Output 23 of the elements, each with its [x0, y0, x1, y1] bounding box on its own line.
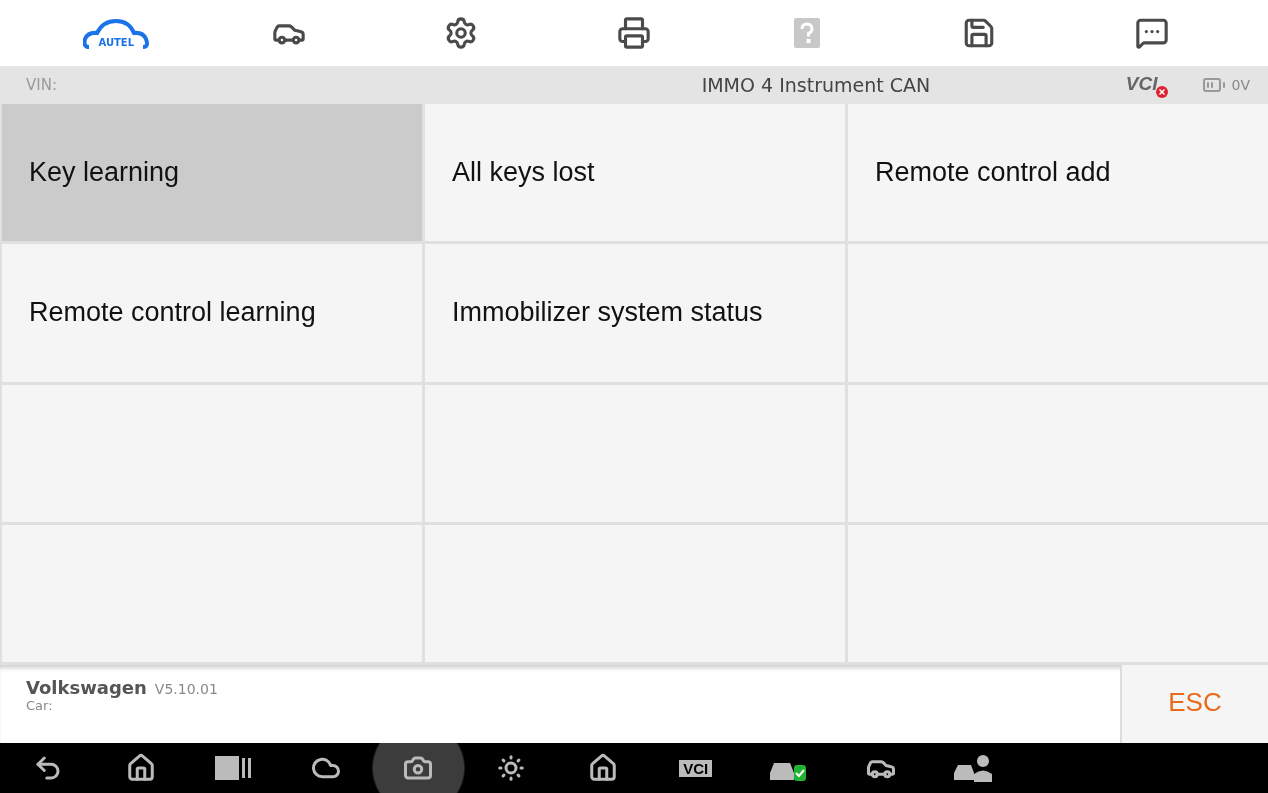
print-icon	[616, 16, 651, 50]
vci-label: VCI	[1125, 73, 1158, 94]
version-label: V5.10.01	[154, 681, 218, 697]
help-icon	[791, 16, 822, 50]
car-label: Car:	[26, 698, 54, 713]
message-icon	[1134, 16, 1169, 50]
taskbar-button[interactable]	[372, 743, 465, 793]
menu-item[interactable]: Key learning	[2, 104, 422, 242]
vin-label: VIN:	[26, 76, 58, 94]
logo[interactable]: AUTEL	[83, 18, 150, 48]
home-icon	[125, 753, 156, 783]
recent-apps-icon	[215, 756, 252, 780]
menu-item[interactable]: Immobilizer system status	[425, 244, 845, 382]
voltage-reading: 0V	[1231, 77, 1250, 93]
vehicle-make: Volkswagen	[26, 677, 147, 698]
brightness-icon	[495, 753, 526, 783]
menu-item[interactable]: All keys lost	[425, 104, 845, 242]
house-icon	[588, 753, 619, 783]
menu-item[interactable]: Remote control learning	[2, 244, 422, 382]
vci-icon: VCI	[679, 759, 713, 777]
menu-item[interactable]: Remote control add	[848, 104, 1268, 242]
taskbar-button[interactable]: VCI	[649, 743, 742, 793]
screen-title: IMMO 4 Instrument CAN	[700, 74, 932, 96]
